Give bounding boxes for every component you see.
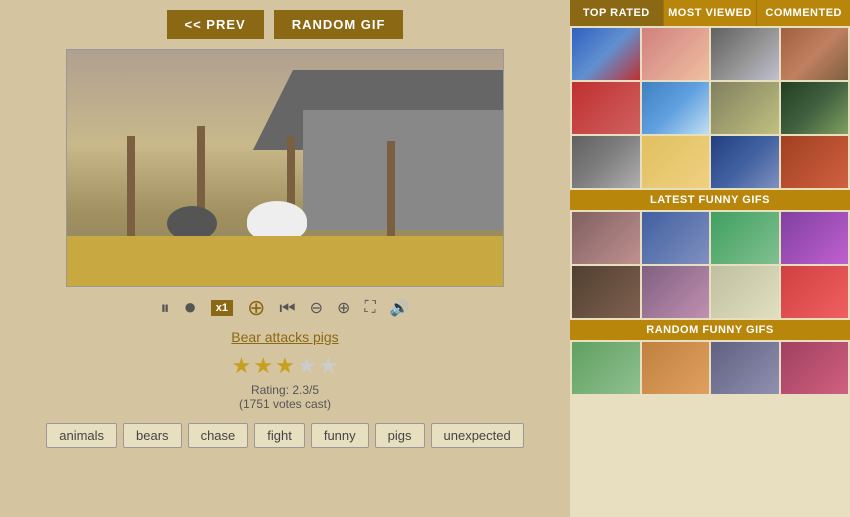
tag-unexpected[interactable]: unexpected <box>431 423 524 448</box>
gif-title[interactable]: Bear attacks pigs <box>231 329 338 345</box>
random-section-header: RANDOM FUNNY GIFS <box>570 320 850 340</box>
thumb-3[interactable] <box>711 28 779 80</box>
thumb-10[interactable] <box>642 136 710 188</box>
star-1[interactable]: ★ <box>232 353 252 379</box>
star-4[interactable]: ★ <box>297 353 317 379</box>
thumb-5[interactable] <box>572 82 640 134</box>
latest-thumb-6[interactable] <box>642 266 710 318</box>
tag-fight[interactable]: fight <box>254 423 305 448</box>
tag-funny[interactable]: funny <box>311 423 369 448</box>
tag-pigs[interactable]: pigs <box>375 423 425 448</box>
thumb-6[interactable] <box>642 82 710 134</box>
star-5[interactable]: ★ <box>319 353 339 379</box>
rating-value: Rating: 2.3/5 <box>251 383 319 397</box>
tag-animals[interactable]: animals <box>46 423 117 448</box>
stars-row: ★ ★ ★ ★ ★ <box>232 353 339 379</box>
plus-button[interactable]: ⊕ <box>247 295 265 321</box>
right-panel: TOP RATED MOST VIEWED COMMENTED LATEST F… <box>570 0 850 517</box>
thumb-1[interactable] <box>572 28 640 80</box>
rating-text: Rating: 2.3/5 (1751 votes cast) <box>239 383 331 411</box>
votes-cast: (1751 votes cast) <box>239 397 331 411</box>
prev-button[interactable]: << PREV <box>167 10 264 39</box>
zoom-out-button[interactable]: ⊖ <box>310 298 323 318</box>
random-thumb-3[interactable] <box>711 342 779 394</box>
hay-ground <box>67 236 503 286</box>
shed-wall <box>303 110 503 230</box>
star-2[interactable]: ★ <box>253 353 273 379</box>
tab-commented[interactable]: COMMENTED <box>757 0 850 26</box>
latest-section-header: LATEST FUNNY GIFS <box>570 190 850 210</box>
animal-white <box>247 201 307 241</box>
random-gif-button[interactable]: RANDOM GIF <box>274 10 404 39</box>
thumb-4[interactable] <box>781 28 849 80</box>
tag-chase[interactable]: chase <box>188 423 249 448</box>
random-thumb-2[interactable] <box>642 342 710 394</box>
thumb-11[interactable] <box>711 136 779 188</box>
expand-button[interactable]: ⛶ <box>364 299 375 317</box>
thumb-2[interactable] <box>642 28 710 80</box>
minus-button[interactable]: ● <box>183 294 196 320</box>
thumb-7[interactable] <box>711 82 779 134</box>
tab-top-rated[interactable]: TOP RATED <box>570 0 664 26</box>
rewind-button[interactable]: ⏮ <box>279 298 295 319</box>
thumb-9[interactable] <box>572 136 640 188</box>
latest-thumb-1[interactable] <box>572 212 640 264</box>
random-thumb-4[interactable] <box>781 342 849 394</box>
star-3[interactable]: ★ <box>275 353 295 379</box>
gif-scene <box>67 50 503 286</box>
tag-bears[interactable]: bears <box>123 423 182 448</box>
latest-thumb-7[interactable] <box>711 266 779 318</box>
latest-thumb-8[interactable] <box>781 266 849 318</box>
latest-thumb-3[interactable] <box>711 212 779 264</box>
sound-button[interactable]: 🔊 <box>390 298 410 318</box>
latest-thumb-4[interactable] <box>781 212 849 264</box>
random-thumb-1[interactable] <box>572 342 640 394</box>
controls-bar: ⏸ ● x1 ⊕ ⏮ ⊖ ⊕ ⛶ 🔊 <box>160 295 409 321</box>
latest-thumb-2[interactable] <box>642 212 710 264</box>
thumb-8[interactable] <box>781 82 849 134</box>
top-buttons: << PREV RANDOM GIF <box>20 10 550 39</box>
x1-button[interactable]: x1 <box>211 300 233 316</box>
gif-container: gfycat.com <box>66 49 504 287</box>
thumb-12[interactable] <box>781 136 849 188</box>
tags-row: animals bears chase fight funny pigs une… <box>46 423 524 448</box>
pause-button[interactable]: ⏸ <box>160 298 169 319</box>
latest-thumb-5[interactable] <box>572 266 640 318</box>
top-rated-grid <box>570 26 850 190</box>
latest-grid <box>570 210 850 320</box>
tab-bar: TOP RATED MOST VIEWED COMMENTED <box>570 0 850 26</box>
tab-most-viewed[interactable]: MOST VIEWED <box>664 0 758 26</box>
zoom-in-button[interactable]: ⊕ <box>337 298 350 318</box>
random-grid <box>570 340 850 396</box>
left-panel: << PREV RANDOM GIF gfycat.com ⏸ ● x1 ⊕ ⏮… <box>0 0 570 517</box>
